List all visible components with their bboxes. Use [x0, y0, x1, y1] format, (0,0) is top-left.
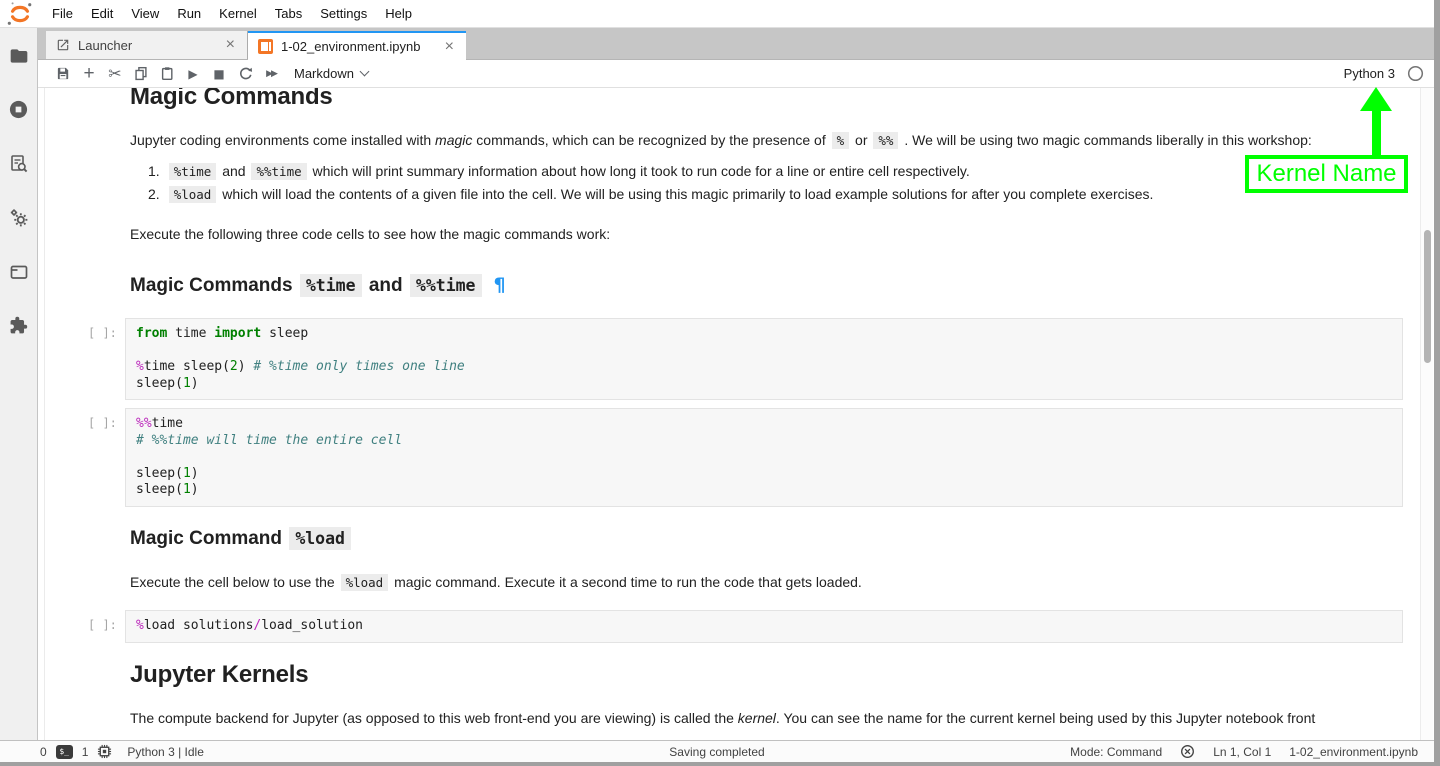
copy-cell-button[interactable] — [128, 62, 154, 86]
list-item: 2.%load which will load the contents of … — [148, 183, 1153, 206]
heading-magic-commands: Magic Commands — [130, 88, 333, 112]
restart-run-all-button[interactable]: ▶▶ — [258, 62, 284, 86]
extensions-icon[interactable] — [8, 315, 29, 336]
restart-icon — [238, 66, 253, 81]
settings-icon[interactable] — [8, 207, 29, 228]
window-bottom-edge — [0, 762, 1440, 766]
copy-icon — [134, 66, 149, 81]
annotation-kernel-name: Kernel Name — [1245, 155, 1408, 193]
heading-load-magic: Magic Command %load — [130, 526, 353, 552]
cut-cell-button[interactable]: ✂ — [102, 62, 128, 86]
kernel-status-icon[interactable] — [1407, 65, 1424, 82]
scrollbar-thumb[interactable] — [1424, 230, 1431, 363]
menu-bar: File Edit View Run Kernel Tabs Settings … — [0, 0, 1434, 28]
paragraph-magic-intro: Jupyter coding environments come install… — [130, 130, 1312, 151]
kernel-name[interactable]: Python 3 — [1344, 66, 1395, 81]
paragraph-execute-cells: Execute the following three code cells t… — [130, 224, 610, 244]
menu-run[interactable]: Run — [168, 6, 210, 21]
status-bar: 0 $_ 1 Python 3 | Idle Saving completed … — [0, 740, 1434, 762]
launcher-icon — [56, 38, 70, 52]
status-message: Saving completed — [0, 745, 1434, 759]
menu-settings[interactable]: Settings — [311, 6, 376, 21]
restart-kernel-button[interactable] — [232, 62, 258, 86]
menu-file[interactable]: File — [43, 6, 82, 21]
chevron-down-icon — [360, 67, 370, 77]
window-right-edge — [1434, 0, 1440, 766]
running-kernels-icon[interactable] — [8, 99, 29, 120]
tab-notebook-close-icon[interactable]: × — [443, 40, 456, 54]
save-button[interactable] — [50, 62, 76, 86]
code-editor[interactable]: from time import sleep %time sleep(2) # … — [125, 318, 1403, 400]
add-cell-button[interactable]: + — [76, 62, 102, 86]
code-editor[interactable]: %load solutions/load_solution — [125, 610, 1403, 643]
paragraph-kernel-info: The compute backend for Jupyter (as oppo… — [130, 708, 1315, 728]
paste-cell-button[interactable] — [154, 62, 180, 86]
list-item: 1.%time and %%time which will print summ… — [148, 160, 1153, 183]
cell-prompt: [ ]: — [88, 318, 125, 400]
notebook-file-icon — [258, 39, 273, 54]
paste-icon — [160, 66, 175, 81]
jupyter-logo-icon — [5, 1, 35, 27]
open-tabs-icon[interactable] — [8, 261, 29, 282]
menu-view[interactable]: View — [122, 6, 168, 21]
tab-notebook-label: 1-02_environment.ipynb — [281, 39, 443, 54]
code-cell-time: [ ]: from time import sleep %time sleep(… — [88, 318, 1403, 400]
tab-launcher-label: Launcher — [78, 38, 224, 53]
tab-launcher[interactable]: Launcher × — [46, 31, 248, 59]
menu-edit[interactable]: Edit — [82, 6, 122, 21]
menu-kernel[interactable]: Kernel — [210, 6, 266, 21]
heading-time-magics: Magic Commands %time and %%time¶ — [130, 272, 506, 299]
dock-tab-bar: Launcher × 1-02_environment.ipynb × — [38, 28, 1434, 60]
notebook-toolbar: + ✂ ▶ ■ ▶▶ Markdown Python 3 — [38, 60, 1434, 88]
heading-anchor-pilcrow[interactable]: ¶ — [494, 274, 506, 296]
cell-type-value: Markdown — [294, 66, 354, 81]
cell-prompt: [ ]: — [88, 408, 125, 507]
inspector-icon[interactable] — [8, 153, 29, 174]
file-browser-icon[interactable] — [8, 45, 29, 66]
left-sidebar — [0, 28, 38, 740]
notebook-panel: Magic Commands Jupyter coding environmen… — [38, 88, 1434, 740]
heading-jupyter-kernels: Jupyter Kernels — [130, 660, 308, 690]
code-cell-cell-time: [ ]: %%time # %%time will time the entir… — [88, 408, 1403, 507]
run-cell-button[interactable]: ▶ — [180, 62, 206, 86]
notebook-left-border — [44, 88, 45, 740]
code-editor[interactable]: %%time # %%time will time the entire cel… — [125, 408, 1403, 507]
scrollbar-track[interactable] — [1420, 88, 1433, 740]
tab-notebook[interactable]: 1-02_environment.ipynb × — [248, 31, 466, 60]
annotation-arrow-stem — [1372, 108, 1381, 157]
menu-help[interactable]: Help — [376, 6, 421, 21]
main-menu: File Edit View Run Kernel Tabs Settings … — [43, 6, 421, 21]
annotation-label: Kernel Name — [1256, 160, 1396, 188]
magic-list: 1.%time and %%time which will print summ… — [148, 160, 1153, 206]
tab-launcher-close-icon[interactable]: × — [224, 38, 237, 52]
cell-prompt: [ ]: — [88, 610, 125, 643]
paragraph-load-info: Execute the cell below to use the %load … — [130, 572, 862, 593]
menu-tabs[interactable]: Tabs — [266, 6, 311, 21]
code-cell-load: [ ]: %load solutions/load_solution — [88, 610, 1403, 643]
save-icon — [56, 66, 71, 81]
stop-kernel-button[interactable]: ■ — [206, 62, 232, 86]
cell-type-dropdown[interactable]: Markdown — [294, 66, 368, 81]
